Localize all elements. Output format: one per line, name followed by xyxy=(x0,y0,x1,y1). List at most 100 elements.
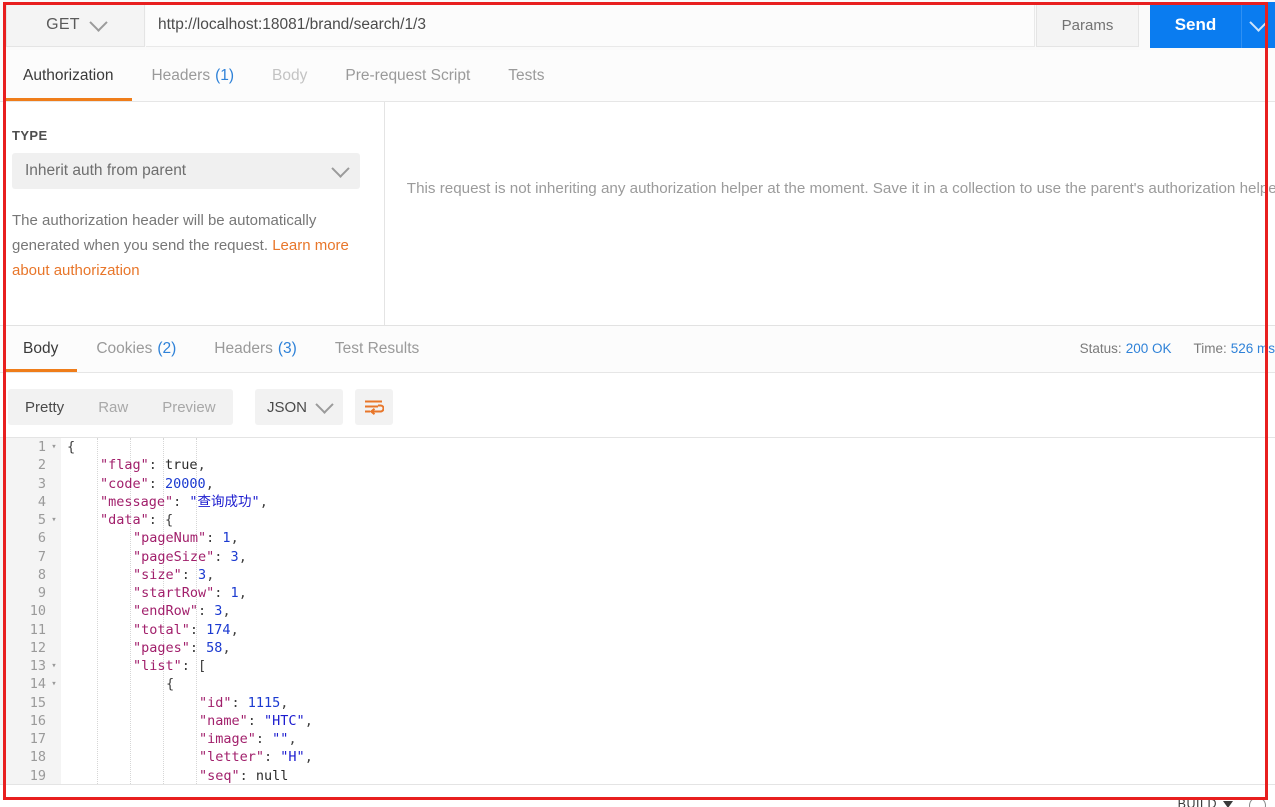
code-token: "startRow" xyxy=(133,585,215,601)
status-value: 200 OK xyxy=(1125,341,1172,356)
auth-help-sentence: The authorization header will be automat… xyxy=(12,212,317,254)
code-text: "pageNum": 1, xyxy=(62,529,239,547)
code-line: 16 "name": "HTC", xyxy=(0,712,1275,730)
code-token: : xyxy=(231,694,248,711)
code-token: "total" xyxy=(133,621,190,638)
code-token: : xyxy=(189,621,207,638)
code-line: 13 ▾ "list": [ xyxy=(0,657,1275,675)
code-token: , xyxy=(222,603,231,620)
code-token: , xyxy=(238,585,247,601)
tab-tests[interactable]: Tests xyxy=(489,50,563,101)
url-input[interactable]: http://localhost:18081/brand/search/1/3 xyxy=(146,3,1035,47)
code-token: "H" xyxy=(280,749,305,766)
tab-headers[interactable]: Headers (1) xyxy=(132,50,253,101)
code-line: 17 "image": "", xyxy=(0,730,1275,748)
code-token: [ xyxy=(198,658,207,674)
code-line: 7 "pageSize": 3, xyxy=(0,548,1275,566)
tab-label: Body xyxy=(23,339,59,357)
format-preview[interactable]: Preview xyxy=(145,389,232,425)
code-token: "HTC" xyxy=(264,712,305,729)
code-token: 1 xyxy=(230,585,239,601)
response-body-editor[interactable]: 1 ▾ {2 "flag": true, 3 "code": 20000, 4 "messag… xyxy=(0,438,1275,784)
code-token: : xyxy=(239,767,256,784)
http-method-label: GET xyxy=(46,16,80,33)
auth-type-label: TYPE xyxy=(12,128,48,143)
send-button[interactable]: Send xyxy=(1150,2,1241,48)
code-text: "flag": true, xyxy=(62,456,206,474)
editor-lines: 1 ▾ {2 "flag": true, 3 "code": 20000, 4 "messag… xyxy=(0,438,1275,784)
caret-down-icon xyxy=(1223,800,1233,807)
line-number: 2 xyxy=(37,457,46,474)
line-number: 3 xyxy=(37,475,46,492)
tab-authorization[interactable]: Authorization xyxy=(4,50,133,101)
tab-cookies[interactable]: Cookies (2) xyxy=(77,325,195,372)
code-token: , xyxy=(230,530,239,547)
body-language-select[interactable]: JSON xyxy=(255,389,343,425)
code-token: { xyxy=(165,512,174,528)
tab-headers[interactable]: Headers (3) xyxy=(195,325,316,372)
code-token: , xyxy=(230,621,239,638)
line-number: 7 xyxy=(37,548,46,565)
format-raw[interactable]: Raw xyxy=(81,389,145,425)
line-number: 11 xyxy=(29,621,46,638)
code-line: 12 "pages": 58, xyxy=(0,639,1275,657)
code-line: 8 "size": 3, xyxy=(0,566,1275,584)
format-pretty[interactable]: Pretty xyxy=(8,389,81,425)
tab-pre-request-script[interactable]: Pre-request Script xyxy=(326,50,489,101)
code-line: 4 "message": "查询成功", xyxy=(0,493,1275,511)
line-number: 17 xyxy=(29,731,46,747)
code-text: "code": 20000, xyxy=(62,475,214,493)
code-token: 3 xyxy=(230,548,239,565)
send-options-dropdown[interactable] xyxy=(1241,2,1275,48)
time-value: 526 ms xyxy=(1230,341,1275,356)
status-bar: BUILD xyxy=(0,784,1275,807)
code-line: 6 "pageNum": 1, xyxy=(0,529,1275,547)
line-number: 6 xyxy=(37,530,46,547)
line-number: 10 xyxy=(29,603,46,620)
line-number: 16 xyxy=(29,712,46,729)
code-token: , xyxy=(197,457,206,474)
tab-label: Cookies xyxy=(96,339,153,357)
code-token: "id" xyxy=(199,694,232,711)
code-token: "flag" xyxy=(100,457,149,474)
tab-body[interactable]: Body xyxy=(253,50,326,101)
code-token: "letter" xyxy=(199,749,265,766)
fold-toggle-icon[interactable]: ▾ xyxy=(49,438,59,456)
fold-toggle-icon[interactable]: ▾ xyxy=(49,511,59,529)
code-text: { xyxy=(62,675,174,693)
code-text: "size": 3, xyxy=(62,566,214,584)
tab-body[interactable]: Body xyxy=(4,325,78,372)
code-token: { xyxy=(166,676,175,693)
build-mode-button[interactable]: BUILD xyxy=(1178,797,1233,807)
auth-help-text: The authorization header will be automat… xyxy=(12,208,357,283)
line-number: 19 xyxy=(29,767,46,784)
code-token: "size" xyxy=(133,566,182,583)
code-token: : xyxy=(264,749,281,766)
code-token: , xyxy=(259,493,268,510)
line-number: 15 xyxy=(29,694,46,711)
chevron-down-icon xyxy=(89,12,108,32)
authorization-settings: TYPE Inherit auth from parent The author… xyxy=(0,102,385,325)
code-text: "total": 174, xyxy=(62,621,239,639)
code-line: 10 "endRow": 3, xyxy=(0,602,1275,620)
code-text: "image": "", xyxy=(62,730,297,748)
code-token: "message" xyxy=(100,493,174,510)
code-token: : xyxy=(181,566,199,583)
word-wrap-button[interactable] xyxy=(355,389,393,425)
auth-inherit-note: This request is not inheriting any autho… xyxy=(406,180,1275,197)
http-method-dropdown[interactable]: GET xyxy=(6,3,145,47)
body-language-value: JSON xyxy=(267,398,308,416)
status-label: Status: xyxy=(1079,341,1122,356)
auth-type-select[interactable]: Inherit auth from parent xyxy=(12,153,360,189)
fold-toggle-icon[interactable]: ▾ xyxy=(49,657,59,675)
request-url-bar: GET http://localhost:18081/brand/search/… xyxy=(0,0,1275,51)
code-token: "data" xyxy=(100,512,149,528)
code-text: "name": "HTC", xyxy=(62,712,313,730)
params-button[interactable]: Params xyxy=(1036,3,1139,47)
fold-toggle-icon[interactable]: ▾ xyxy=(49,675,59,693)
tab-test-results[interactable]: Test Results xyxy=(316,325,438,372)
code-token: "pages" xyxy=(133,639,190,656)
time-label: Time: xyxy=(1193,341,1227,356)
help-icon[interactable] xyxy=(1249,797,1266,807)
code-token: { xyxy=(67,439,76,455)
